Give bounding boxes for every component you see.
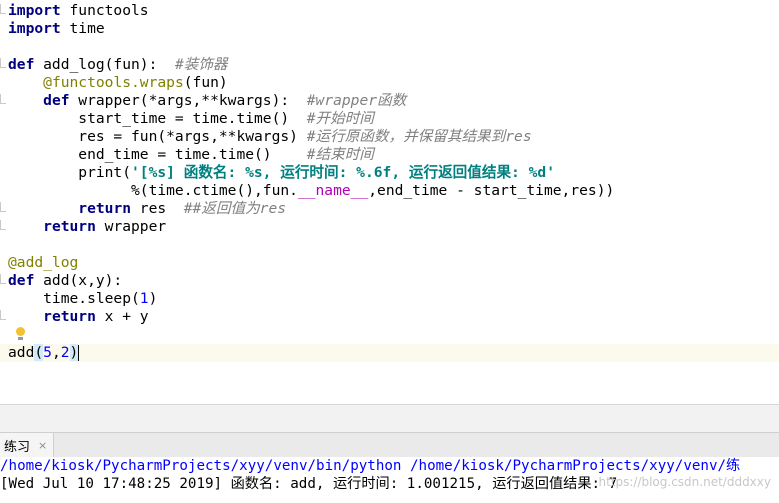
code-text[interactable]: import functools import time def add_log(f… [0, 2, 779, 362]
code-line[interactable]: end_time = time.time() #结束时间 [8, 146, 779, 164]
fold-marker-icon[interactable] [0, 202, 6, 212]
code-token: print( [8, 164, 132, 181]
code-line[interactable]: @add_log [8, 254, 779, 272]
code-editor[interactable]: import functools import time def add_log(f… [0, 0, 779, 404]
run-tool-window-tabs: 练习 × [0, 432, 779, 458]
code-line[interactable]: res = fun(*args,**kwargs) #运行原函数，并保留其结果到… [8, 128, 779, 146]
lightbulb-icon[interactable] [16, 327, 25, 340]
code-token: , [51, 344, 61, 361]
console-line[interactable]: /home/kiosk/PycharmProjects/xyy/venv/bin… [0, 457, 779, 475]
code-token: add [8, 344, 35, 361]
code-token: #结束时间 [306, 146, 374, 163]
code-token: return [78, 200, 132, 217]
code-token: #装饰器 [174, 56, 228, 73]
code-token: return [43, 218, 96, 235]
code-token: time.sleep( [8, 290, 140, 307]
fold-marker-icon[interactable] [0, 94, 6, 104]
code-token: start_time = time.time() [8, 110, 307, 127]
code-line[interactable]: return res ##返回值为res [8, 200, 779, 218]
code-token: end_time = time.time() [8, 146, 307, 163]
code-line[interactable]: import functools [8, 2, 779, 20]
code-token: 1 [139, 290, 149, 307]
code-line[interactable]: %(time.ctime(),fun.__name__,end_time - s… [8, 182, 779, 200]
code-line[interactable]: time.sleep(1) [8, 290, 779, 308]
code-token: res [131, 200, 184, 217]
code-line[interactable]: import time [8, 20, 779, 38]
code-token: 2 [60, 344, 70, 361]
code-token: add(x,y): [34, 272, 123, 289]
watermark: https://blog.csdn.net/dddxxy [598, 475, 771, 489]
panel-splitter[interactable] [0, 404, 779, 433]
code-token: #wrapper函数 [306, 92, 407, 109]
code-line[interactable] [8, 38, 779, 56]
code-line[interactable]: return x + y [8, 308, 779, 326]
code-token: import [8, 2, 61, 19]
code-token: @add_log [8, 254, 79, 271]
code-token: (fun) [183, 74, 228, 91]
code-token: ,end_time - start_time,res)) [368, 182, 615, 199]
fold-marker-icon[interactable] [0, 4, 6, 14]
code-token: import [8, 20, 61, 37]
code-token: '[%s] 函数名: %s, 运行时间: %.6f, 运行返回值结果: %d' [131, 164, 555, 181]
code-token: 5 [43, 344, 52, 361]
code-token: res = fun(*args,**kwargs) [8, 128, 307, 145]
code-line[interactable]: start_time = time.time() #开始时间 [8, 110, 779, 128]
close-icon[interactable]: × [38, 439, 47, 452]
code-token: def [8, 56, 35, 73]
fold-marker-icon[interactable] [0, 310, 6, 320]
current-code-line[interactable]: add(5,2) [0, 344, 779, 362]
code-token: #开始时间 [306, 110, 374, 127]
code-token: @functools.wraps [43, 74, 184, 91]
code-token: ##返回值为res [183, 200, 287, 217]
code-token: def [43, 92, 70, 109]
tab-run-config[interactable]: 练习 × [0, 433, 55, 457]
code-token: x + y [95, 308, 149, 325]
code-token: wrapper(*args,**kwargs): [69, 92, 307, 109]
tab-label: 练习 [4, 439, 31, 455]
code-line[interactable]: return wrapper [8, 218, 779, 236]
code-token: return [43, 308, 96, 325]
code-token: __name__ [297, 182, 369, 199]
fold-marker-icon[interactable] [0, 274, 6, 284]
code-line[interactable]: print('[%s] 函数名: %s, 运行时间: %.6f, 运行返回值结果… [8, 164, 779, 182]
code-token: #运行原函数，并保留其结果到res [306, 128, 532, 145]
fold-marker-icon[interactable] [0, 220, 6, 230]
code-line[interactable]: def add(x,y): [8, 272, 779, 290]
code-token: def [8, 272, 35, 289]
code-token: add_log(fun): [34, 56, 175, 73]
fold-marker-icon[interactable] [0, 58, 6, 68]
code-token: ) [69, 344, 79, 361]
code-line[interactable]: def wrapper(*args,**kwargs): #wrapper函数 [8, 92, 779, 110]
code-token: functools [60, 2, 149, 19]
code-token: ) [148, 290, 158, 307]
code-line[interactable] [8, 326, 779, 344]
code-token: %(time.ctime(),fun. [8, 182, 298, 199]
text-caret [78, 345, 80, 361]
code-line[interactable]: def add_log(fun): #装饰器 [8, 56, 779, 74]
code-line[interactable] [8, 236, 779, 254]
code-token: time [60, 20, 105, 37]
code-token: wrapper [95, 218, 167, 235]
code-line[interactable]: @functools.wraps(fun) [8, 74, 779, 92]
code-token: ( [34, 344, 44, 361]
